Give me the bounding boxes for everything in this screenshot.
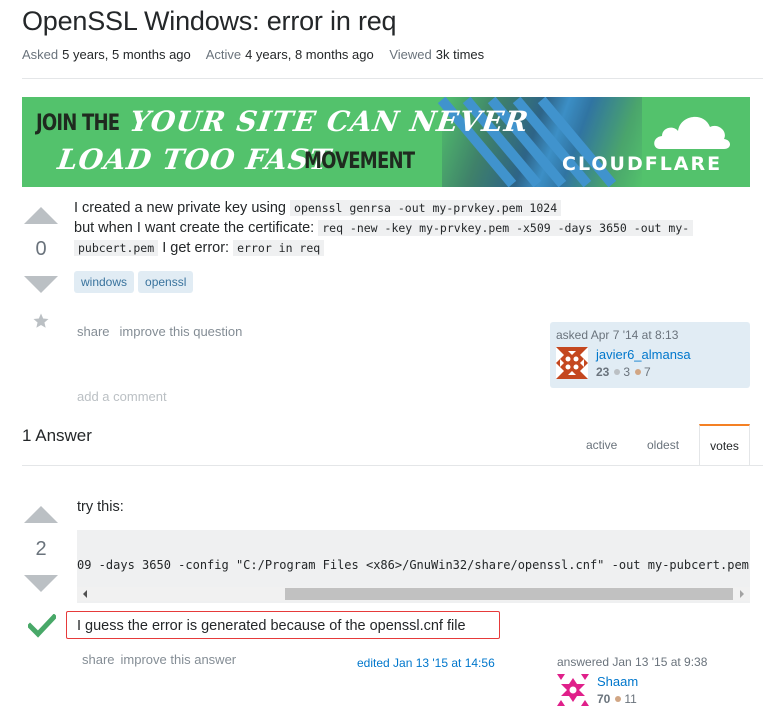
inline-code: req -new -key my-prvkey.pem -x509 -days … [318, 220, 694, 236]
asker-user-card: asked Apr 7 '14 at 8:13 javier6_almansa … [550, 322, 750, 388]
question-body: I created a new private key using openss… [74, 198, 750, 258]
question-vote-count: 0 [35, 238, 47, 260]
ad-text-load-fast: LOAD TOO FAST [55, 143, 334, 176]
viewed-label: Viewed [389, 47, 432, 62]
question-tags: windows openssl [74, 271, 197, 293]
question-upvote-button[interactable] [24, 207, 58, 224]
asker-avatar[interactable] [556, 347, 588, 379]
answer-menu: share improve this answer [82, 652, 246, 667]
silver-badge-icon [614, 369, 621, 376]
answer-code-block: 09 -days 3650 -config "C:/Program Files … [77, 530, 750, 603]
scroll-right-arrow-icon[interactable] [740, 590, 744, 598]
ad-text-your-site: YOUR SITE CAN NEVER [127, 105, 532, 138]
bronze-badge-icon [615, 696, 622, 703]
answer-intro: try this: [77, 499, 124, 515]
body-line-2: but when I want create the certificate: … [74, 218, 750, 238]
favorite-star-icon[interactable] [32, 312, 50, 330]
tab-oldest[interactable]: oldest [647, 424, 679, 466]
silver-badge-count: 3 [623, 365, 631, 379]
reputation-score: 23 [596, 365, 610, 379]
answer-vote-count: 2 [35, 538, 47, 560]
asked-label: Asked [22, 47, 59, 62]
viewed-value: 3k times [435, 47, 485, 62]
accepted-checkmark-icon [28, 614, 56, 638]
header-divider [22, 78, 763, 79]
inline-code: error in req [233, 240, 325, 256]
edited-timestamp-link[interactable]: edited Jan 13 '15 at 14:56 [357, 656, 495, 670]
answers-heading: 1 Answer [22, 426, 92, 445]
answers-divider [22, 465, 763, 466]
active-value[interactable]: 4 years, 8 months ago [245, 47, 374, 62]
tab-active[interactable]: active [586, 424, 617, 466]
bronze-badge-count: 7 [644, 365, 651, 379]
code-horizontal-scrollbar[interactable] [77, 587, 750, 601]
answerer-name-link[interactable]: Shaam [597, 674, 638, 689]
share-answer-link[interactable]: share [82, 652, 115, 667]
active-label: Active [205, 47, 242, 62]
scrollbar-thumb[interactable] [285, 588, 733, 600]
answer-downvote-button[interactable] [24, 575, 58, 592]
answer-code: 09 -days 3650 -config "C:/Program Files … [77, 558, 749, 572]
ad-brand-cloudflare: CLOUDFLARE [562, 153, 723, 175]
answerer-reputation: 70 11 [597, 692, 637, 706]
ad-text-movement: MOVEMENT [304, 149, 415, 174]
asked-timestamp[interactable]: asked Apr 7 '14 at 8:13 [556, 328, 678, 342]
question-meta: Asked 5 years, 5 months ago Active 4 years… [22, 47, 496, 62]
tab-votes[interactable]: votes [699, 424, 750, 466]
improve-answer-link[interactable]: improve this answer [121, 652, 237, 667]
question-title[interactable]: OpenSSL Windows: error in req [22, 6, 397, 37]
answer-note: I guess the error is generated because o… [77, 618, 466, 634]
asked-value: 5 years, 5 months ago [62, 47, 191, 62]
reputation-score: 70 [597, 692, 611, 706]
body-line-1: I created a new private key using openss… [74, 198, 750, 218]
asker-reputation: 23 3 7 [596, 365, 651, 379]
ad-text-join: JOIN THE [36, 111, 120, 136]
inline-code: pubcert.pem [74, 240, 159, 256]
cloudflare-cloud-icon [654, 116, 730, 149]
inline-code: openssl genrsa -out my-prvkey.pem 1024 [290, 200, 562, 216]
bronze-badge-count: 11 [624, 692, 637, 706]
question-menu: share improve this question [77, 324, 252, 339]
answer-upvote-button[interactable] [24, 506, 58, 523]
improve-question-link[interactable]: improve this question [120, 324, 243, 339]
tag-windows[interactable]: windows [74, 271, 135, 293]
question-downvote-button[interactable] [24, 276, 58, 293]
asker-name-link[interactable]: javier6_almansa [596, 347, 691, 362]
tag-openssl[interactable]: openssl [138, 271, 194, 293]
answered-timestamp[interactable]: answered Jan 13 '15 at 9:38 [557, 655, 707, 669]
answerer-user-card: answered Jan 13 '15 at 9:38 Shaam 70 11 [557, 655, 707, 706]
bronze-badge-icon [635, 369, 642, 376]
body-line-3: pubcert.pem I get error: error in req [74, 238, 750, 258]
answerer-avatar[interactable] [557, 674, 589, 706]
ad-banner[interactable]: JOIN THE YOUR SITE CAN NEVER LOAD TOO FA… [22, 97, 750, 187]
scroll-left-arrow-icon[interactable] [83, 590, 87, 598]
share-link[interactable]: share [77, 324, 110, 339]
add-comment-link[interactable]: add a comment [77, 389, 167, 404]
